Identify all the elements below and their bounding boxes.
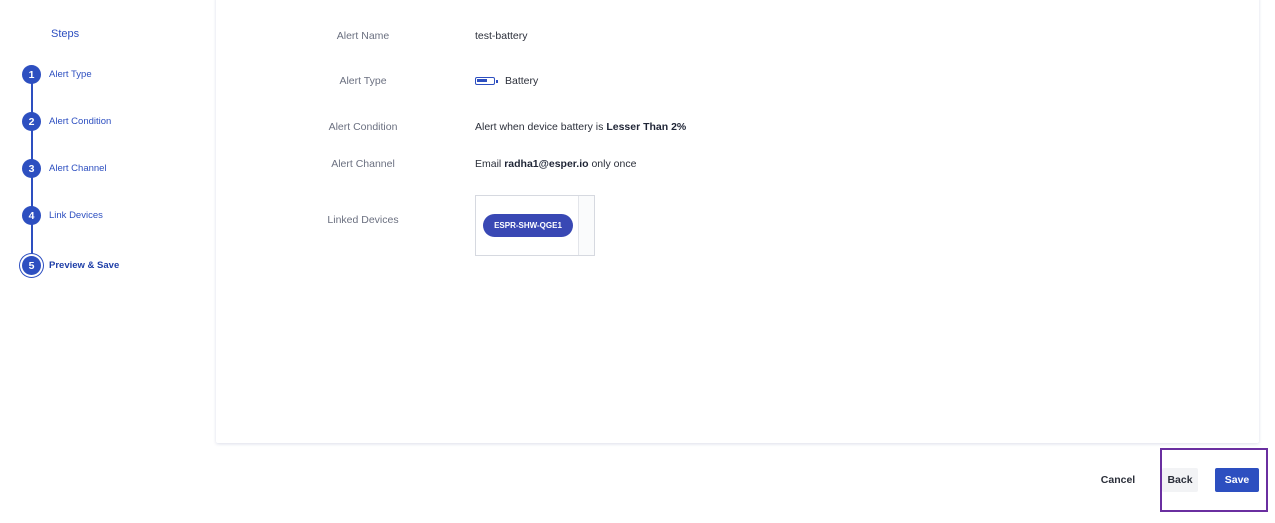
cancel-button[interactable]: Cancel [1092, 468, 1144, 492]
alert-condition-value: Alert when device battery is Lesser Than… [475, 121, 686, 133]
step-number: 3 [22, 159, 41, 178]
alert-channel-prefix: Email [475, 158, 505, 170]
linked-devices-label: Linked Devices [327, 214, 399, 226]
alert-channel-value: Email radha1@esper.io only once [475, 158, 636, 170]
alert-name-label: Alert Name [336, 30, 390, 42]
step-label: Link Devices [49, 210, 103, 221]
alert-condition-prefix: Alert when device battery is [475, 121, 607, 133]
step-preview-save[interactable]: 5 Preview & Save [22, 256, 119, 275]
save-button[interactable]: Save [1215, 468, 1259, 492]
device-chip[interactable]: ESPR-SHW-QGE1 [483, 214, 573, 237]
step-number: 5 [22, 256, 41, 275]
step-alert-channel[interactable]: 3 Alert Channel [22, 159, 107, 178]
step-alert-condition[interactable]: 2 Alert Condition [22, 112, 111, 131]
alert-condition-threshold: Lesser Than 2% [606, 121, 687, 133]
step-number: 1 [22, 65, 41, 84]
alert-name-value: test-battery [475, 30, 528, 42]
alert-channel-suffix: only once [588, 158, 637, 170]
step-number: 2 [22, 112, 41, 131]
alert-channel-label: Alert Channel [331, 158, 395, 170]
battery-icon [475, 77, 498, 86]
alert-type-label: Alert Type [339, 75, 387, 87]
step-label: Alert Condition [49, 116, 112, 127]
steps-title: Steps [51, 28, 80, 40]
step-link-devices[interactable]: 4 Link Devices [22, 206, 103, 225]
linked-devices-box: ESPR-SHW-QGE1 [475, 195, 595, 256]
alert-condition-label: Alert Condition [328, 121, 398, 133]
alert-channel-email: radha1@esper.io [504, 158, 589, 170]
step-alert-type[interactable]: 1 Alert Type [22, 65, 92, 84]
devices-scrollbar[interactable] [578, 196, 594, 255]
step-number: 4 [22, 206, 41, 225]
alert-type-text: Battery [505, 75, 539, 87]
step-label: Alert Channel [49, 163, 107, 174]
step-label: Preview & Save [49, 260, 120, 271]
back-button[interactable]: Back [1162, 468, 1198, 492]
step-label: Alert Type [49, 69, 92, 80]
alert-type-value: Battery [475, 75, 538, 87]
